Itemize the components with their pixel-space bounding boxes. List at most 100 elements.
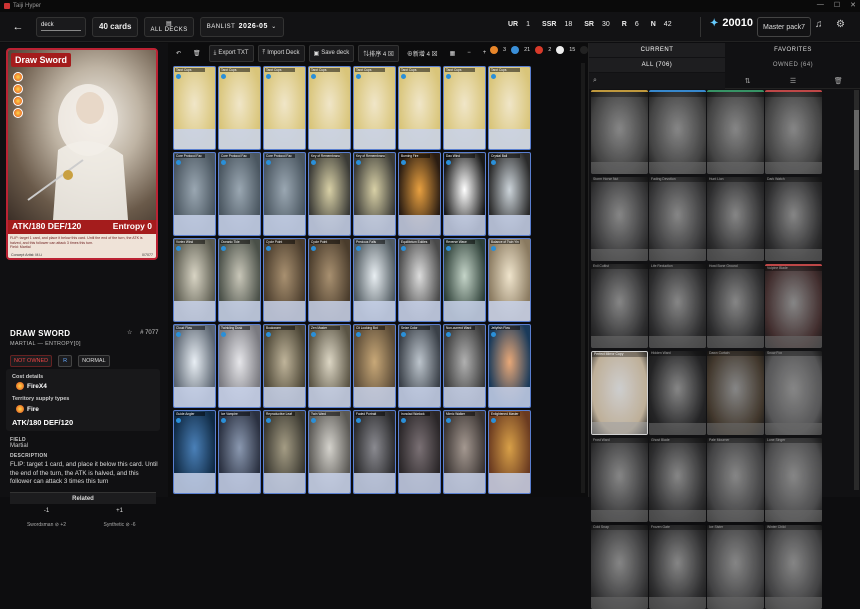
deck-card[interactable]: Core Protocol Fac xyxy=(218,152,261,236)
deck-card[interactable]: Faded Portrait xyxy=(353,410,396,494)
filter-icon[interactable]: ☰ xyxy=(770,77,815,85)
scroll-thumb[interactable] xyxy=(854,110,859,170)
collection-card[interactable]: Fading Devotion xyxy=(649,177,706,261)
deck-card[interactable]: Reverse Wave xyxy=(443,238,486,322)
sort-icon[interactable]: ⇅ xyxy=(725,77,770,85)
collection-card[interactable] xyxy=(591,90,648,174)
deck-card[interactable]: Tarot Cups xyxy=(218,66,261,150)
deck-scrollbar[interactable] xyxy=(581,63,585,493)
collection-card[interactable] xyxy=(765,90,822,174)
import-deck-button[interactable]: ⤒ Import Deck xyxy=(257,44,305,62)
minimize-button[interactable]: — xyxy=(817,1,824,9)
collection-card[interactable]: Perfect Mirror Copy xyxy=(591,351,648,435)
music-icon[interactable]: ♫ xyxy=(815,19,823,30)
export-txt-button[interactable]: ⤓ Export TXT xyxy=(208,44,254,62)
collection-card[interactable] xyxy=(707,90,764,174)
collection-card[interactable]: Vulpine Blade xyxy=(765,264,822,348)
sort-button[interactable]: ⇅排序 4 ⊠ xyxy=(358,44,399,62)
deck-card[interactable]: Ironclad Warlock xyxy=(398,410,441,494)
collection-card[interactable]: Pale Mourner xyxy=(707,438,764,522)
deck-card[interactable]: Crystal Ball xyxy=(488,152,531,236)
decrement-button[interactable]: -1 xyxy=(10,505,83,517)
collection-card[interactable]: Winter Child xyxy=(765,525,822,609)
deck-card[interactable]: Enlightened Master xyxy=(488,410,531,494)
pack-select[interactable]: Master pack7 xyxy=(757,17,812,37)
collection-card[interactable]: Dawn Curtain xyxy=(707,351,764,435)
deck-card[interactable]: Oceanic Tide xyxy=(218,238,261,322)
collection-card[interactable]: Hidden Ward xyxy=(649,351,706,435)
deck-card[interactable]: Cycle Point xyxy=(263,238,306,322)
deck-card[interactable]: Tarot Cups xyxy=(488,66,531,150)
gear-icon[interactable]: ⚙ xyxy=(836,19,845,30)
deck-card[interactable]: Cycle Point xyxy=(308,238,351,322)
undo-icon[interactable]: ↶ xyxy=(172,45,185,62)
trash-icon[interactable]: 🗑 xyxy=(816,77,860,85)
collection-card[interactable]: Snow Fox xyxy=(765,351,822,435)
collection-card[interactable]: Ghost Blade xyxy=(649,438,706,522)
collection-card[interactable]: Lone Singer xyxy=(765,438,822,522)
deck-card[interactable]: Vortex Wind xyxy=(173,238,216,322)
deck-card[interactable]: Tarot Cups xyxy=(353,66,396,150)
maximize-button[interactable]: ☐ xyxy=(834,1,840,9)
deck-card[interactable]: Burning Fire xyxy=(398,152,441,236)
collection-card[interactable]: Howl Bone Ground xyxy=(707,264,764,348)
deck-card[interactable]: Tarot Cups xyxy=(308,66,351,150)
deck-card[interactable]: Tarot Cups xyxy=(398,66,441,150)
collection-card[interactable]: Frozen Gate xyxy=(649,525,706,609)
deck-card[interactable]: Bookworm xyxy=(263,324,306,408)
deck-card[interactable]: Key of Remembrance xyxy=(308,152,351,236)
collection-card[interactable] xyxy=(649,90,706,174)
banlist-select[interactable]: BANLIST 2026-05 ⌄ xyxy=(199,16,284,37)
tab-current[interactable]: CURRENT xyxy=(589,43,725,57)
collection-card[interactable]: Frost Ward xyxy=(591,438,648,522)
search-input[interactable]: ⌕ xyxy=(589,72,725,89)
deck-name-field[interactable]: deck xyxy=(36,16,86,37)
deck-card[interactable]: Cit Looking Bot xyxy=(353,324,396,408)
tab-owned[interactable]: OWNED (64) xyxy=(725,58,860,72)
collection-card[interactable]: Storm Horse Nut xyxy=(591,177,648,261)
deck-card[interactable]: Mimic Walker xyxy=(443,410,486,494)
collection-card[interactable]: Ice Sister xyxy=(707,525,764,609)
star-icon[interactable]: ☆ xyxy=(127,330,132,336)
related-deselect[interactable]: Swordsman ⊘ +2 xyxy=(10,519,83,531)
back-arrow-icon[interactable]: ← xyxy=(6,17,30,37)
collection-card[interactable]: Life Reduction xyxy=(649,264,706,348)
deck-card[interactable]: Non-current Ward xyxy=(443,324,486,408)
deck-card[interactable]: Precious Falls xyxy=(353,238,396,322)
tab-favorites[interactable]: FAVORITES xyxy=(725,43,860,57)
deck-card[interactable]: Tarot Cups xyxy=(263,66,306,150)
deck-card[interactable]: Ice Vampire xyxy=(218,410,261,494)
deck-card[interactable]: Tarot Cups xyxy=(173,66,216,150)
collection-card[interactable]: Evil Cultist xyxy=(591,264,648,348)
increment-button[interactable]: +1 xyxy=(83,505,156,517)
deck-card[interactable]: Reproductive Leaf xyxy=(263,410,306,494)
deck-card[interactable]: Seize Color xyxy=(398,324,441,408)
deck-card[interactable]: Guide Angler xyxy=(173,410,216,494)
collection-card[interactable]: Hunt Lion xyxy=(707,177,764,261)
deck-card[interactable]: Equilibrium Eddies xyxy=(398,238,441,322)
collection-card[interactable]: Cold Snap xyxy=(591,525,648,609)
deck-card[interactable]: Zen Master xyxy=(308,324,351,408)
collection-card[interactable]: Dark Watch xyxy=(765,177,822,261)
deck-card[interactable]: Core Protocol Fac xyxy=(173,152,216,236)
all-decks-button[interactable]: ▤ ALL DECKS xyxy=(144,16,194,37)
grid-view-icon[interactable]: ▦ xyxy=(446,45,460,62)
deck-card[interactable]: Key of Remembrance xyxy=(353,152,396,236)
deck-card[interactable]: Twinkling Dusk xyxy=(218,324,261,408)
close-button[interactable]: ✕ xyxy=(850,1,856,9)
zoom-out-icon[interactable]: − xyxy=(463,45,475,62)
deck-card[interactable]: Jellyfish Flow xyxy=(488,324,531,408)
deck-card[interactable]: Core Protocol Fac xyxy=(263,152,306,236)
deck-card[interactable]: Dao Wind xyxy=(443,152,486,236)
related-synthetic[interactable]: Synthetic ⊘ -6 xyxy=(83,519,156,531)
filter-button[interactable]: ⊕新增 4 ⊠ xyxy=(403,45,442,62)
tab-all[interactable]: ALL (706) xyxy=(589,58,725,72)
deck-card[interactable]: Cloud Flow xyxy=(173,324,216,408)
deck-card[interactable]: Tarot Cups xyxy=(443,66,486,150)
trash-icon[interactable]: 🗑 xyxy=(189,45,205,62)
deck-card[interactable]: Twin Ward xyxy=(308,410,351,494)
zoom-in-icon[interactable]: + xyxy=(479,45,491,62)
deck-card[interactable]: Balance of Twin Yin xyxy=(488,238,531,322)
collection-scrollbar[interactable] xyxy=(854,90,859,490)
save-deck-button[interactable]: ▣ Save deck xyxy=(308,44,355,62)
